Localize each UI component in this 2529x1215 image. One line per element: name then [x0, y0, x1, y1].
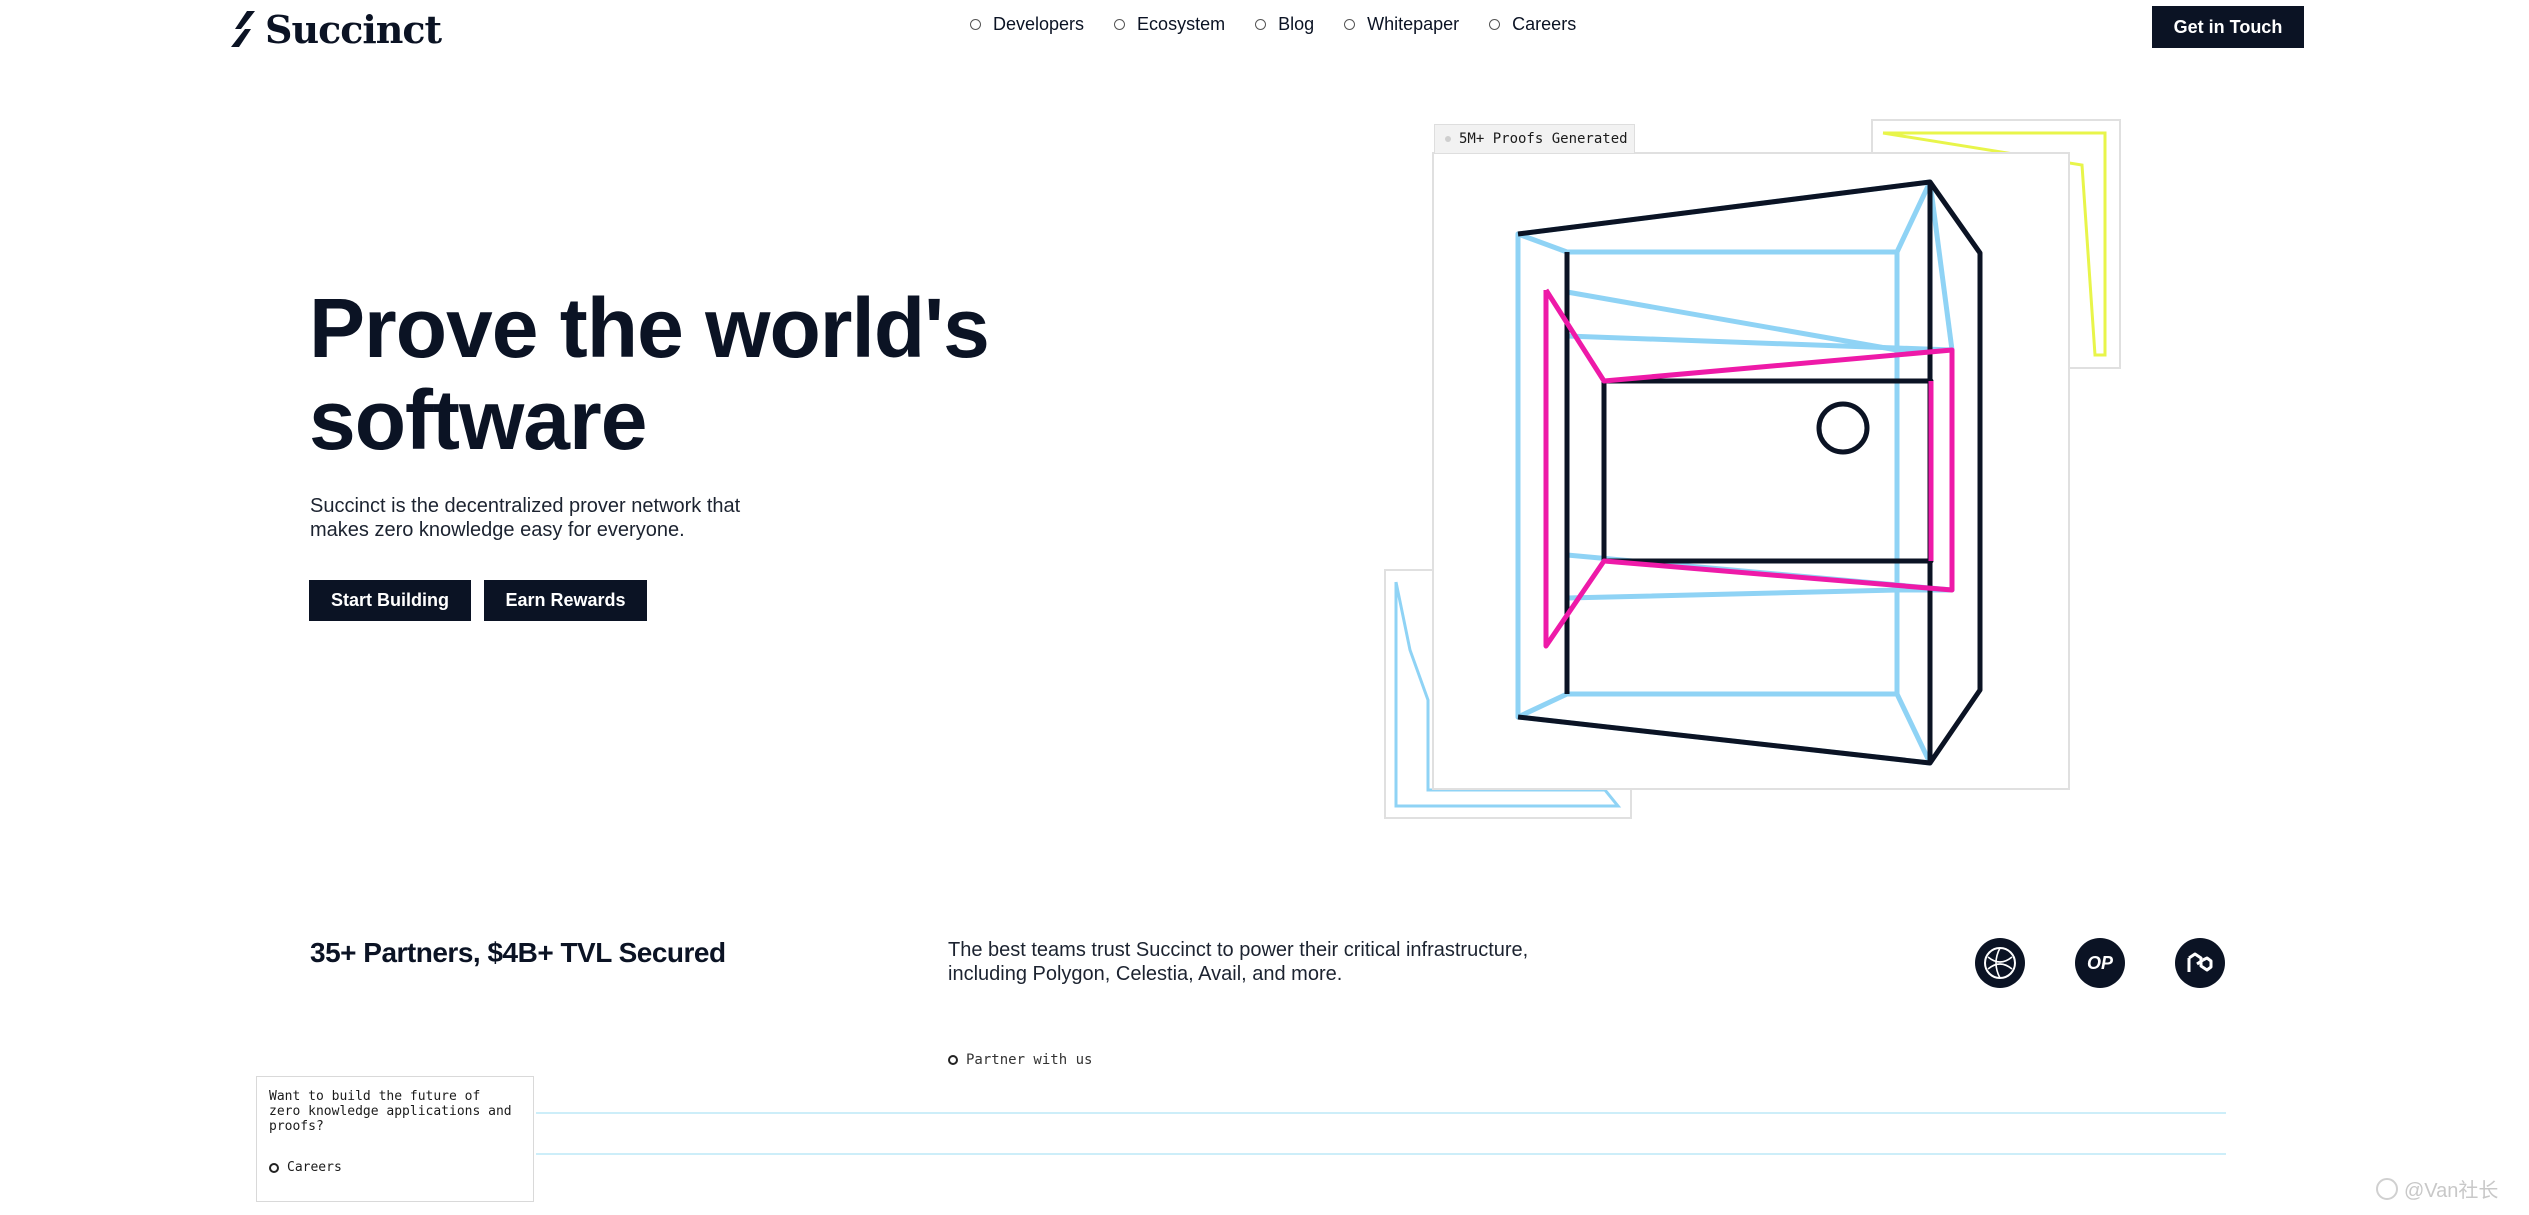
nav-label: Careers: [1512, 14, 1577, 34]
nav-whitepaper[interactable]: Whitepaper: [1344, 14, 1459, 35]
nav-ecosystem[interactable]: Ecosystem: [1114, 14, 1225, 35]
careers-link[interactable]: Careers: [269, 1160, 521, 1175]
proofs-badge-text: 5M+ Proofs Generated: [1459, 131, 1628, 147]
nav-label: Developers: [993, 14, 1085, 34]
polygon-icon: [2187, 952, 2213, 972]
watermark-icon: [2376, 1177, 2398, 1200]
hero-title-line2: software: [309, 373, 647, 467]
nav-developers[interactable]: Developers: [970, 14, 1084, 35]
brand-logo[interactable]: Succinct: [229, 4, 442, 54]
nav-careers[interactable]: Careers: [1489, 14, 1576, 35]
succinct-logo-icon: [231, 11, 255, 47]
circle-icon: [269, 1162, 279, 1173]
circle-icon: [970, 19, 981, 30]
watermark: @Van社长: [2376, 1174, 2498, 1203]
partner-logo-op: OP: [2075, 938, 2125, 988]
circle-icon: [1489, 19, 1501, 30]
partner-link-label: Partner with us: [966, 1052, 1093, 1068]
partner-logo-globe: [1975, 938, 2025, 988]
careers-link-label: Careers: [287, 1160, 342, 1175]
partners-description: The best teams trust Succinct to power t…: [948, 939, 1529, 985]
careers-card: Want to build the future of zero knowled…: [256, 1076, 534, 1202]
globe-icon: [1984, 947, 2016, 979]
careers-question: Want to build the future of zero knowled…: [269, 1089, 512, 1134]
watermark-text: @Van社长: [2404, 1180, 2499, 1202]
nav-blog[interactable]: Blog: [1255, 14, 1314, 35]
get-in-touch-button[interactable]: Get in Touch: [2152, 6, 2304, 48]
dot-icon: [1445, 136, 1451, 142]
brand-name: Succinct: [265, 6, 442, 52]
earn-rewards-button[interactable]: Earn Rewards: [484, 580, 647, 621]
nav-label: Ecosystem: [1137, 14, 1226, 34]
nav-label: Whitepaper: [1367, 14, 1460, 34]
hero-title: Prove the world's software: [309, 282, 1069, 466]
nav-label: Blog: [1278, 14, 1315, 34]
partner-with-us-link[interactable]: Partner with us: [948, 1052, 1092, 1068]
hero-title-line1: Prove the world's: [309, 281, 990, 375]
circle-icon: [948, 1055, 958, 1065]
partners-title: 35+ Partners, $4B+ TVL Secured: [310, 937, 726, 968]
circle-icon: [1344, 19, 1356, 30]
circle-icon: [1255, 19, 1267, 30]
main-nav: Developers Ecosystem Blog Whitepaper Car…: [970, 14, 1576, 35]
proofs-badge: 5M+ Proofs Generated: [1434, 124, 1635, 154]
partner-logo-polygon: [2175, 938, 2225, 988]
wireframe-box-illustration: [1384, 119, 2121, 819]
divider-line: [536, 1112, 2226, 1114]
divider-line: [536, 1153, 2226, 1155]
hero-subtitle: Succinct is the decentralized prover net…: [310, 495, 741, 541]
start-building-button[interactable]: Start Building: [309, 580, 471, 621]
circle-icon: [1114, 19, 1126, 30]
